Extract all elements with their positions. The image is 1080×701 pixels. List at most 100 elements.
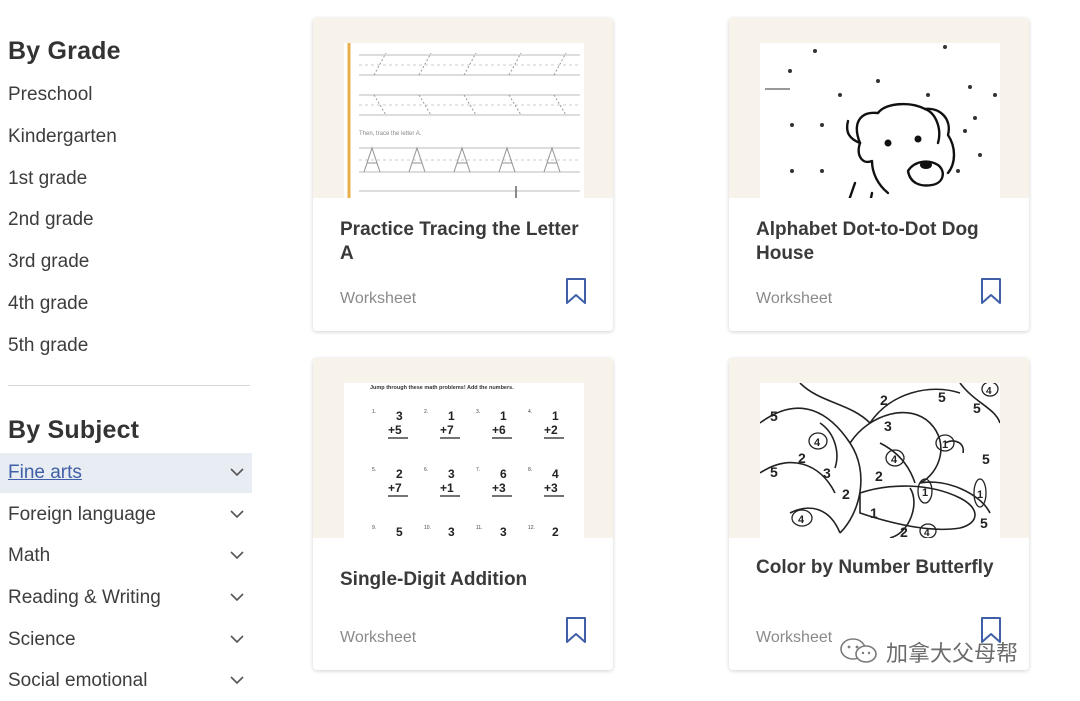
subject-label: Foreign language	[8, 504, 156, 525]
bookmark-icon[interactable]	[980, 277, 1002, 305]
worksheet-preview: Then, trace the letter A.	[344, 43, 584, 198]
subject-social-emotional[interactable]: Social emotional	[0, 661, 252, 701]
card-thumbnail: Jump through these math problems! Add th…	[313, 358, 613, 538]
svg-text:5.: 5.	[372, 467, 376, 473]
subject-reading-writing[interactable]: Reading & Writing	[0, 578, 252, 618]
subject-label: Math	[8, 545, 51, 566]
svg-text:3: 3	[448, 525, 455, 538]
svg-text:3: 3	[884, 418, 892, 434]
grade-link-preschool[interactable]: Preschool	[8, 84, 93, 106]
addition-problems-illustration: Jump through these math problems! Add th…	[370, 385, 564, 538]
svg-text:2: 2	[875, 468, 883, 484]
svg-text:3.: 3.	[476, 409, 480, 415]
subject-label: Social emotional	[8, 670, 148, 691]
svg-text:2: 2	[900, 524, 908, 538]
bookmark-icon[interactable]	[565, 616, 587, 644]
svg-text:3: 3	[396, 409, 403, 423]
svg-text:1: 1	[977, 489, 983, 501]
svg-text:9.: 9.	[372, 525, 376, 531]
svg-text:5: 5	[982, 451, 990, 467]
worksheet-caption: Jump through these math problems! Add th…	[370, 385, 514, 391]
chevron-down-icon[interactable]	[228, 463, 246, 481]
svg-text:2: 2	[798, 450, 806, 466]
grade-link-3rd[interactable]: 3rd grade	[8, 251, 89, 273]
svg-text:5: 5	[973, 400, 981, 416]
svg-text:2: 2	[396, 467, 403, 481]
svg-text:4: 4	[986, 386, 992, 397]
chevron-down-icon[interactable]	[228, 505, 246, 523]
svg-text:+7: +7	[440, 423, 454, 437]
svg-text:+5: +5	[388, 423, 402, 437]
worksheet-card-single-digit-addition[interactable]: Jump through these math problems! Add th…	[313, 358, 613, 670]
color-by-number-butterfly-illustration: 52 5 535 23 2 215 52 44 41 44 11	[759, 381, 1001, 538]
tracing-lines-illustration: Then, trace the letter A.	[347, 43, 580, 198]
worksheet-card-dot-to-dot-dog[interactable]: Alphabet Dot-to-Dot Dog House Worksheet	[729, 18, 1029, 331]
chevron-down-icon[interactable]	[228, 671, 246, 689]
svg-text:3: 3	[448, 467, 455, 481]
svg-text:1: 1	[942, 439, 948, 451]
worksheet-card-color-by-number-butterfly[interactable]: 525 535 232 215 52 44 41 44 11 Color by …	[729, 358, 1029, 670]
svg-text:4: 4	[552, 467, 559, 481]
card-title[interactable]: Alphabet Dot-to-Dot Dog House	[756, 218, 996, 266]
worksheet-preview	[760, 43, 1000, 198]
by-subject-heading: By Subject	[8, 416, 140, 444]
dot-to-dot-dog-illustration	[765, 45, 997, 198]
card-title[interactable]: Single-Digit Addition	[340, 568, 580, 592]
svg-text:11.: 11.	[476, 525, 483, 531]
svg-text:+3: +3	[544, 481, 558, 495]
subject-label: Fine arts	[8, 462, 82, 483]
card-thumbnail	[729, 18, 1029, 198]
card-type: Worksheet	[756, 290, 833, 307]
svg-text:+2: +2	[544, 423, 558, 437]
subject-foreign-language[interactable]: Foreign language	[0, 495, 252, 535]
grade-link-5th[interactable]: 5th grade	[8, 335, 88, 357]
svg-text:6.: 6.	[424, 467, 428, 473]
svg-text:1: 1	[500, 409, 507, 423]
chevron-down-icon[interactable]	[228, 546, 246, 564]
svg-text:+6: +6	[492, 423, 506, 437]
bookmark-icon[interactable]	[565, 277, 587, 305]
subject-science[interactable]: Science	[0, 620, 252, 660]
worksheet-card-tracing-letter-a[interactable]: Then, trace the letter A. Practice Traci…	[313, 18, 613, 331]
card-type: Worksheet	[340, 290, 417, 307]
svg-text:6: 6	[500, 467, 507, 481]
svg-text:1: 1	[870, 505, 878, 521]
svg-text:2: 2	[842, 486, 850, 502]
svg-text:3: 3	[823, 465, 831, 481]
subject-fine-arts[interactable]: Fine arts	[0, 453, 252, 493]
card-thumbnail: 525 535 232 215 52 44 41 44 11	[729, 358, 1029, 538]
svg-text:1.: 1.	[372, 409, 376, 415]
by-grade-heading: By Grade	[8, 37, 121, 65]
card-type: Worksheet	[756, 629, 833, 646]
svg-text:4: 4	[924, 528, 930, 538]
chevron-down-icon[interactable]	[228, 630, 246, 648]
svg-text:7.: 7.	[476, 467, 480, 473]
sidebar-divider	[8, 385, 250, 386]
svg-text:10.: 10.	[424, 525, 431, 531]
subject-math[interactable]: Math	[0, 536, 252, 576]
svg-text:4: 4	[814, 437, 821, 449]
svg-text:4: 4	[891, 454, 898, 466]
svg-text:5: 5	[980, 515, 988, 531]
wechat-watermark: 加拿大父母帮	[838, 634, 1048, 668]
svg-text:2: 2	[880, 392, 888, 408]
wechat-logo-icon	[840, 638, 877, 663]
grade-link-kindergarten[interactable]: Kindergarten	[8, 126, 117, 148]
card-type: Worksheet	[340, 629, 417, 646]
svg-text:8.: 8.	[528, 467, 532, 473]
card-title[interactable]: Practice Tracing the Letter A	[340, 218, 580, 266]
subject-label: Reading & Writing	[8, 587, 161, 608]
svg-text:+7: +7	[388, 481, 402, 495]
svg-text:1: 1	[922, 487, 928, 499]
subject-label: Science	[8, 629, 76, 650]
grade-link-1st[interactable]: 1st grade	[8, 168, 87, 190]
chevron-down-icon[interactable]	[228, 588, 246, 606]
svg-text:3: 3	[500, 525, 507, 538]
card-title[interactable]: Color by Number Butterfly	[756, 556, 996, 580]
svg-text:5: 5	[770, 464, 778, 480]
worksheet-caption: Then, trace the letter A.	[359, 131, 422, 137]
svg-text:5: 5	[396, 525, 403, 538]
svg-text:+3: +3	[492, 481, 506, 495]
grade-link-4th[interactable]: 4th grade	[8, 293, 88, 315]
grade-link-2nd[interactable]: 2nd grade	[8, 209, 94, 231]
